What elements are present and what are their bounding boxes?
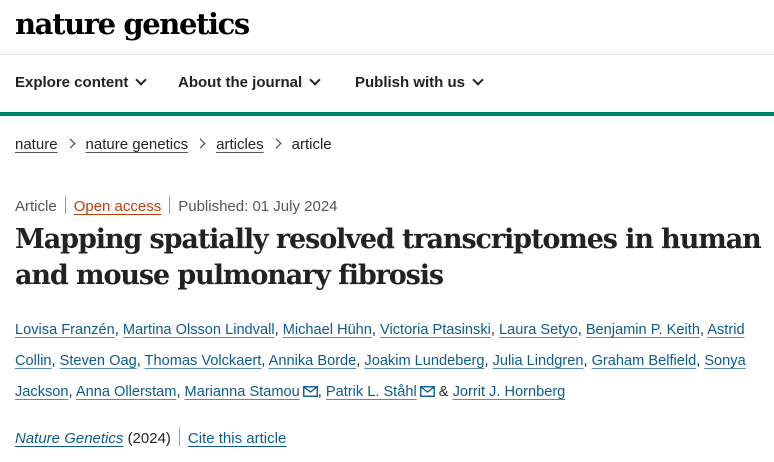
author-separator: , [51, 353, 60, 369]
author-link[interactable]: Benjamin P. Keith [586, 322, 700, 338]
chevron-right-icon [271, 138, 282, 149]
author-link[interactable]: Annika Borde [269, 353, 357, 369]
breadcrumb-nature-genetics[interactable]: nature genetics [86, 136, 189, 153]
author-link[interactable]: Graham Belfield [592, 353, 697, 369]
author-link[interactable]: Steven Oag [60, 353, 137, 369]
author-link[interactable]: Martina Olsson Lindvall [123, 322, 275, 338]
cite-this-article-link[interactable]: Cite this article [188, 430, 286, 447]
chevron-down-icon [135, 74, 148, 86]
divider [64, 196, 66, 214]
author-separator: , [583, 353, 592, 369]
published-date: Published: 01 July 2024 [178, 198, 338, 215]
envelope-icon[interactable] [419, 378, 435, 409]
citation-row: Nature Genetics (2024) Cite this article [15, 425, 286, 447]
site-header: nature genetics [0, 0, 774, 55]
author-separator: , [136, 353, 145, 369]
nav-publish-with-us[interactable]: Publish with us [355, 74, 484, 91]
nav-item-label: Publish with us [355, 74, 466, 91]
author-link[interactable]: Laura Setyo [499, 322, 578, 338]
publication-year: (2024) [127, 430, 171, 447]
author-separator: , [371, 322, 381, 338]
divider [169, 196, 171, 214]
chevron-down-icon [472, 74, 484, 86]
breadcrumb-current: article [291, 136, 332, 153]
author-link[interactable]: Julia Lindgren [493, 353, 584, 369]
author-link[interactable]: Thomas Volckaert [145, 353, 262, 369]
author-separator: , [68, 384, 76, 400]
divider [178, 428, 180, 446]
author-separator: , [490, 322, 499, 338]
author-link[interactable]: Marianna Stamou [185, 384, 300, 400]
author-link[interactable]: Michael Hühn [283, 322, 372, 338]
envelope-icon[interactable] [302, 378, 318, 409]
main-nav: Explore content About the journal Publis… [0, 55, 774, 116]
author-separator: , [484, 353, 493, 369]
chevron-right-icon [65, 138, 75, 149]
author-link[interactable]: Lovisa Franzén [15, 322, 115, 338]
author-separator: , [176, 384, 185, 400]
author-separator: , [114, 322, 123, 338]
article-type: Article [15, 198, 57, 215]
author-separator: , [317, 384, 326, 400]
chevron-down-icon [309, 74, 321, 86]
author-list: Lovisa Franzén, Martina Olsson Lindvall,… [15, 315, 765, 409]
journal-link[interactable]: Nature Genetics [15, 430, 123, 447]
author-link[interactable]: Jorrit J. Hornberg [453, 384, 566, 400]
breadcrumb-articles[interactable]: articles [216, 136, 264, 153]
chevron-right-icon [195, 138, 206, 149]
page: nature genetics Explore content About th… [0, 0, 774, 462]
breadcrumb-nature[interactable]: nature [15, 136, 58, 153]
open-access-link[interactable]: Open access [74, 198, 162, 215]
author-link[interactable]: Joakim Lundeberg [364, 353, 484, 369]
nav-item-label: Explore content [15, 74, 129, 91]
author-link[interactable]: Anna Ollerstam [76, 384, 177, 400]
breadcrumb: nature nature genetics articles article [15, 136, 332, 153]
author-separator: & [434, 384, 453, 400]
nav-item-label: About the journal [178, 74, 303, 91]
author-separator: , [274, 322, 283, 338]
author-separator: , [577, 322, 586, 338]
author-link[interactable]: Patrik L. Ståhl [326, 384, 417, 400]
journal-logo[interactable]: nature genetics [15, 7, 250, 41]
nav-about-journal[interactable]: About the journal [178, 74, 321, 91]
article-meta: Article Open access Published: 01 July 202… [15, 193, 338, 215]
article-title: Mapping spatially resolved transcriptome… [15, 224, 762, 291]
author-link[interactable]: Victoria Ptasinski [380, 322, 491, 338]
author-separator: , [261, 353, 269, 369]
nav-explore-content[interactable]: Explore content [15, 74, 148, 91]
